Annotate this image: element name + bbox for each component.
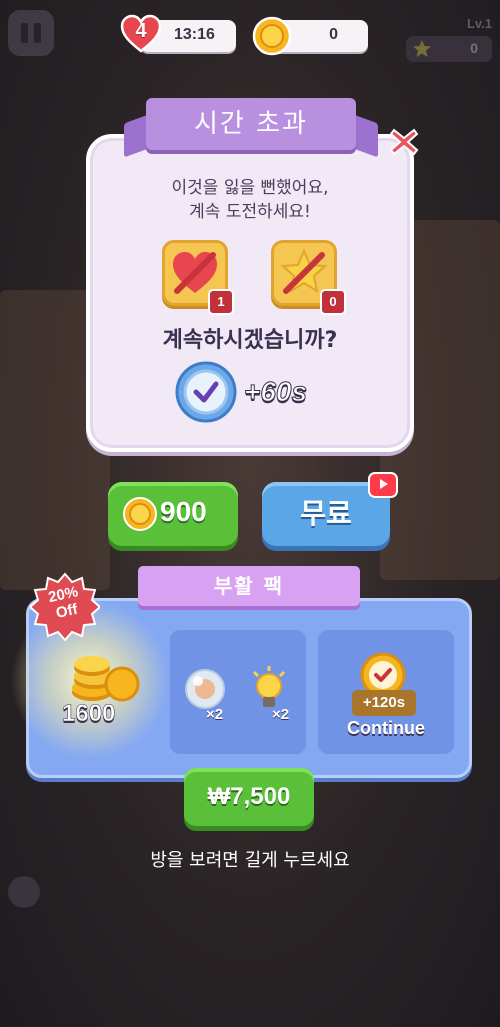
continue-question: 계속하시겠습니까?	[162, 328, 338, 353]
bulb-quantity: ×2	[272, 706, 290, 723]
buy-pack-button[interactable]: ₩7,500	[184, 768, 314, 826]
message-line-1: 이것을 잃을 뻔했어요,	[171, 178, 329, 198]
orb-quantity: ×2	[206, 706, 224, 723]
pack-coin-amount: 1600	[62, 700, 116, 728]
star-icon	[413, 40, 431, 57]
star-pill: 0	[406, 36, 492, 62]
lives-timer: 13:16	[174, 26, 215, 43]
coin-icon	[252, 16, 292, 56]
pause-icon	[21, 23, 28, 43]
video-icon	[368, 472, 398, 498]
revive-pack-title: 부활 팩	[138, 566, 360, 606]
timeout-message: 이것을 잃을 뻔했어요, 계속 도전하세요!	[86, 176, 414, 224]
heart-booster-count: 1	[208, 289, 234, 315]
coin-price: 900	[160, 496, 207, 527]
message-line-2: 계속 도전하세요!	[189, 202, 311, 222]
panel-title: 시간 초과	[146, 98, 356, 150]
chat-icon[interactable]	[8, 876, 40, 908]
pack-time-bonus: +120s	[352, 690, 416, 716]
orb-icon	[184, 668, 226, 710]
star-booster-count: 0	[320, 289, 346, 315]
close-icon	[389, 128, 419, 156]
time-bonus: +60s	[243, 376, 308, 408]
close-button[interactable]	[386, 124, 422, 160]
coin-icon	[123, 497, 157, 531]
clock-icon	[174, 360, 238, 424]
star-count: 0	[470, 40, 478, 56]
lives-count: 4	[135, 20, 147, 42]
continue-label: Continue	[347, 718, 425, 738]
heart-icon: 4	[120, 14, 162, 54]
level-label: Lv.1	[466, 16, 492, 31]
pause-button[interactable]	[8, 10, 54, 56]
coin-stack-icon	[64, 654, 144, 704]
coin-continue-button[interactable]: 900	[108, 482, 238, 546]
coin-count: 0	[329, 26, 338, 43]
long-press-hint: 방을 보려면 길게 누르세요	[150, 850, 350, 871]
